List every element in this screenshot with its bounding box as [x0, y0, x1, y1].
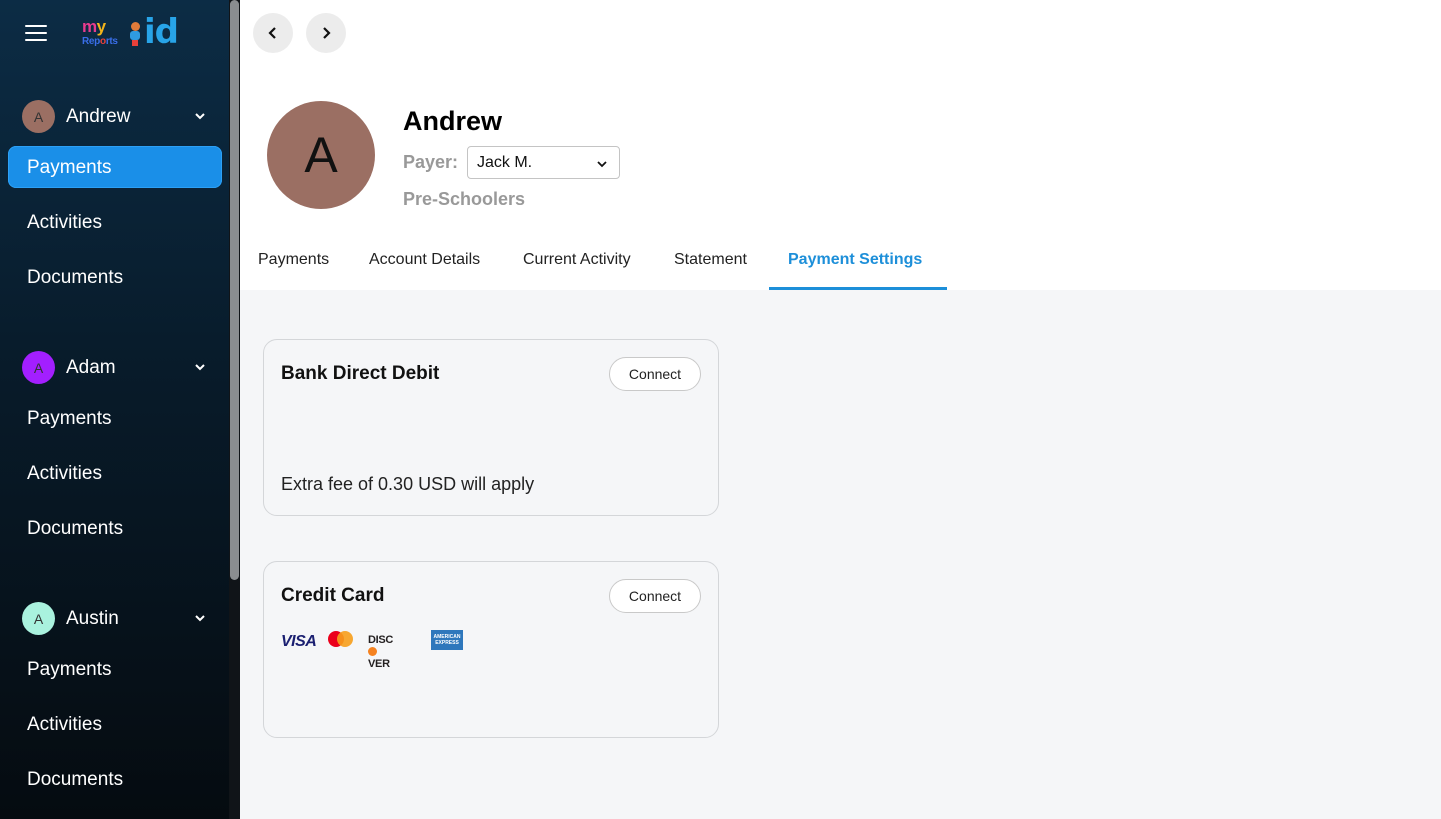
payer-select-value: Jack M. [477, 154, 533, 171]
sidebar-group-header-andrew[interactable]: A Andrew [0, 96, 229, 136]
sidebar-item-activities[interactable]: Activities [8, 703, 222, 745]
chevron-left-icon [268, 27, 276, 39]
sidebar-group-header-austin[interactable]: A Austin [0, 598, 229, 638]
sidebar: my Reports id A Andrew Payments Activiti… [0, 0, 240, 819]
tab-current-activity[interactable]: Current Activity [523, 251, 631, 269]
mastercard-logo [328, 631, 354, 651]
sidebar-item-activities[interactable]: Activities [8, 201, 222, 243]
sidebar-group-header-adam[interactable]: A Adam [0, 347, 229, 387]
sidebar-item-documents[interactable]: Documents [8, 758, 222, 800]
sidebar-item-label: Documents [27, 267, 124, 288]
tab-payment-settings[interactable]: Payment Settings [788, 251, 922, 269]
avatar: A [22, 602, 55, 635]
chevron-down-icon[interactable] [194, 361, 206, 373]
sidebar-item-payments[interactable]: Payments [8, 397, 222, 439]
sidebar-item-label: Activities [27, 212, 102, 233]
sidebar-item-label: Payments [27, 659, 112, 680]
visa-logo: VISA [281, 633, 317, 650]
sidebar-group-name: Austin [66, 608, 119, 629]
sidebar-group-name: Adam [66, 357, 116, 378]
sidebar-group-name: Andrew [66, 106, 131, 127]
credit-card-card: Credit Card Connect VISA DISCVER AMERICA… [263, 561, 719, 738]
sidebar-item-label: Payments [27, 408, 112, 429]
scrollbar-thumb[interactable] [230, 0, 239, 580]
sidebar-item-label: Documents [27, 769, 124, 790]
discover-logo: DISCVER [368, 634, 394, 670]
forward-button[interactable] [306, 13, 346, 53]
profile-name: Andrew [403, 106, 503, 136]
payer-label: Payer: [403, 152, 459, 172]
sidebar-item-payments[interactable]: Payments [8, 648, 222, 690]
app-logo: my Reports id [82, 12, 179, 52]
sidebar-item-label: Activities [27, 463, 102, 484]
fee-note: Extra fee of 0.30 USD will apply [281, 474, 535, 494]
chevron-down-icon [597, 161, 607, 168]
profile-group: Pre-Schoolers [403, 189, 526, 209]
avatar: A [22, 351, 55, 384]
sidebar-item-documents[interactable]: Documents [8, 507, 222, 549]
sidebar-item-documents[interactable]: Documents [8, 256, 222, 298]
hamburger-menu-icon[interactable] [25, 25, 47, 41]
chevron-down-icon[interactable] [194, 110, 206, 122]
back-button[interactable] [253, 13, 293, 53]
sidebar-item-label: Activities [27, 714, 102, 735]
bank-direct-debit-card: Bank Direct Debit Connect Extra fee of 0… [263, 339, 719, 516]
amex-logo: AMERICAN EXPRESS [431, 630, 463, 650]
card-title: Credit Card [281, 585, 385, 606]
payment-settings-panel: Bank Direct Debit Connect Extra fee of 0… [240, 290, 1441, 819]
sidebar-item-label: Payments [27, 157, 112, 178]
sidebar-scrollbar[interactable] [229, 0, 240, 819]
card-title: Bank Direct Debit [281, 363, 440, 384]
tab-account-details[interactable]: Account Details [369, 251, 480, 269]
connect-credit-card-button[interactable]: Connect [609, 579, 701, 613]
connect-bank-button[interactable]: Connect [609, 357, 701, 391]
sidebar-item-label: Documents [27, 518, 124, 539]
chevron-right-icon [323, 27, 331, 39]
tab-statement[interactable]: Statement [674, 251, 747, 269]
profile-avatar: A [267, 101, 375, 209]
tab-payments[interactable]: Payments [258, 251, 329, 269]
payer-select[interactable]: Jack M. [467, 146, 620, 179]
sidebar-item-payments[interactable]: Payments [8, 146, 222, 188]
avatar: A [22, 100, 55, 133]
chevron-down-icon[interactable] [194, 612, 206, 624]
sidebar-item-activities[interactable]: Activities [8, 452, 222, 494]
